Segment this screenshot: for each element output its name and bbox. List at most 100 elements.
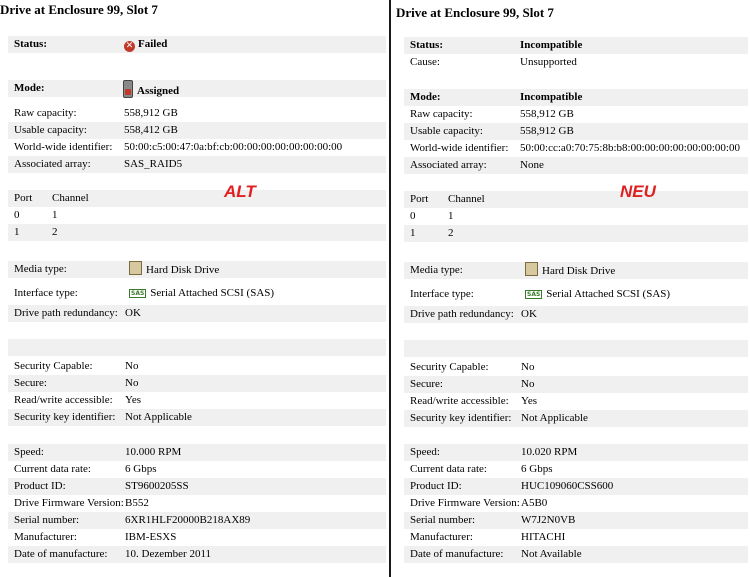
raw-capacity-label: Raw capacity: xyxy=(410,108,473,120)
serial-value: W7J2N0VB xyxy=(521,514,576,526)
path-redundancy-label: Drive path redundancy: xyxy=(14,307,118,319)
security-key-row: Security key identifier: Not Applicable xyxy=(8,409,386,426)
manufacture-date-row: Date of manufacture: Not Available xyxy=(404,546,748,563)
media-type-value: Hard Disk Drive xyxy=(146,264,220,276)
port-header: Port xyxy=(410,193,429,205)
security-key-label: Security key identifier: xyxy=(410,412,512,424)
manufacturer-label: Manufacturer: xyxy=(14,531,77,543)
interface-type-value-wrap: SAS Serial Attached SCSI (SAS) xyxy=(129,285,274,302)
manufacturer-value: IBM-ESXS xyxy=(125,531,177,543)
panel-title: Drive at Enclosure 99, Slot 7 xyxy=(396,5,554,20)
rw-accessible-value: Yes xyxy=(125,394,142,406)
sas-icon: SAS xyxy=(129,289,147,298)
channel-header: Channel xyxy=(448,193,485,205)
interface-type-row: Interface type: SAS Serial Attached SCSI … xyxy=(8,285,386,302)
security-capable-label: Security Capable: xyxy=(14,360,93,372)
port-row: 1 2 xyxy=(404,225,748,242)
manufacture-date-label: Date of manufacture: xyxy=(410,548,504,560)
array-row: Associated array: SAS_RAID5 xyxy=(8,156,386,173)
mode-value: Incompatible xyxy=(520,91,583,103)
interface-type-label: Interface type: xyxy=(410,288,474,300)
array-value: SAS_RAID5 xyxy=(124,158,183,170)
array-label: Associated array: xyxy=(410,159,487,171)
status-value: Failed xyxy=(138,38,168,50)
status-label: Status: xyxy=(410,39,444,51)
raw-capacity-row: Raw capacity: 558,912 GB xyxy=(8,105,386,122)
security-key-label: Security key identifier: xyxy=(14,411,116,423)
firmware-value: A5B0 xyxy=(521,497,548,509)
manufacturer-row: Manufacturer: HITACHI xyxy=(404,529,748,546)
firmware-label: Drive Firmware Version: xyxy=(14,497,124,509)
usable-capacity-value: 558,912 GB xyxy=(520,125,574,137)
firmware-value: B552 xyxy=(125,497,149,509)
port-header-row: Port Channel xyxy=(404,191,748,208)
channel-header: Channel xyxy=(52,192,89,204)
firmware-row: Drive Firmware Version: B552 xyxy=(8,495,386,512)
hard-disk-icon xyxy=(525,262,538,276)
data-rate-row: Current data rate: 6 Gbps xyxy=(404,461,748,478)
raw-capacity-value: 558,912 GB xyxy=(124,107,178,119)
port-row: 1 2 xyxy=(8,224,386,241)
firmware-label: Drive Firmware Version: xyxy=(410,497,520,509)
mode-row: Mode: Incompatible xyxy=(404,89,748,106)
speed-label: Speed: xyxy=(14,446,44,458)
speed-row: Speed: 10.020 RPM xyxy=(404,444,748,461)
manufacturer-value: HITACHI xyxy=(521,531,566,543)
security-capable-row: Security Capable: No xyxy=(8,358,386,375)
rw-accessible-value: Yes xyxy=(521,395,538,407)
wwid-row: World-wide identifier: 50:00:c5:00:47:0a… xyxy=(8,139,386,156)
manufacture-date-value: Not Available xyxy=(521,548,582,560)
usable-capacity-label: Usable capacity: xyxy=(410,125,483,137)
product-id-value: HUC109060CSS600 xyxy=(521,480,614,492)
rw-accessible-row: Read/write accessible: Yes xyxy=(404,393,748,410)
secure-value: No xyxy=(125,377,139,389)
spacer-row xyxy=(404,340,748,357)
media-type-row: Media type: Hard Disk Drive xyxy=(404,262,748,279)
cause-row: Cause: Unsupported xyxy=(404,54,748,71)
security-key-value: Not Applicable xyxy=(521,412,588,424)
left-drive-panel: Drive at Enclosure 99, Slot 7 Status: ✕ F… xyxy=(0,0,388,577)
serial-label: Serial number: xyxy=(410,514,476,526)
path-redundancy-row: Drive path redundancy: OK xyxy=(404,306,748,323)
speed-value: 10.000 RPM xyxy=(125,446,182,458)
data-rate-row: Current data rate: 6 Gbps xyxy=(8,461,386,478)
spacer-row xyxy=(8,339,386,356)
secure-label: Secure: xyxy=(410,378,443,390)
path-redundancy-value: OK xyxy=(125,307,141,319)
interface-type-label: Interface type: xyxy=(14,287,78,299)
path-redundancy-label: Drive path redundancy: xyxy=(410,308,514,320)
media-type-value: Hard Disk Drive xyxy=(542,265,616,277)
raw-capacity-row: Raw capacity: 558,912 GB xyxy=(404,106,748,123)
security-capable-value: No xyxy=(125,360,139,372)
channel-number: 2 xyxy=(448,227,454,239)
failed-icon: ✕ xyxy=(124,41,135,52)
secure-value: No xyxy=(521,378,535,390)
status-row: Status: ✕ Failed xyxy=(8,36,386,53)
wwid-label: World-wide identifier: xyxy=(14,141,113,153)
secure-row: Secure: No xyxy=(8,375,386,392)
neu-annotation: NEU xyxy=(620,182,656,201)
serial-row: Serial number: 6XR1HLF20000B218AX89 xyxy=(8,512,386,529)
right-drive-panel: Drive at Enclosure 99, Slot 7 Status: In… xyxy=(392,0,750,577)
raw-capacity-value: 558,912 GB xyxy=(520,108,574,120)
port-row: 0 1 xyxy=(404,208,748,225)
panel-divider xyxy=(389,0,391,577)
status-label: Status: xyxy=(14,38,48,50)
channel-number: 1 xyxy=(52,209,58,221)
wwid-label: World-wide identifier: xyxy=(410,142,509,154)
wwid-value: 50:00:cc:a0:70:75:8b:b8:00:00:00:00:00:0… xyxy=(520,142,740,154)
mode-label: Mode: xyxy=(410,91,441,103)
port-number: 1 xyxy=(14,226,20,238)
security-capable-label: Security Capable: xyxy=(410,361,489,373)
speed-value: 10.020 RPM xyxy=(521,446,578,458)
interface-type-row: Interface type: SAS Serial Attached SCSI … xyxy=(404,286,748,303)
data-rate-value: 6 Gbps xyxy=(521,463,553,475)
mode-label: Mode: xyxy=(14,82,45,94)
speed-label: Speed: xyxy=(410,446,440,458)
path-redundancy-value: OK xyxy=(521,308,537,320)
usable-capacity-label: Usable capacity: xyxy=(14,124,87,136)
serial-value: 6XR1HLF20000B218AX89 xyxy=(125,514,251,526)
sas-icon: SAS xyxy=(525,290,543,299)
interface-type-value: Serial Attached SCSI (SAS) xyxy=(546,288,671,300)
manufacture-date-label: Date of manufacture: xyxy=(14,548,108,560)
